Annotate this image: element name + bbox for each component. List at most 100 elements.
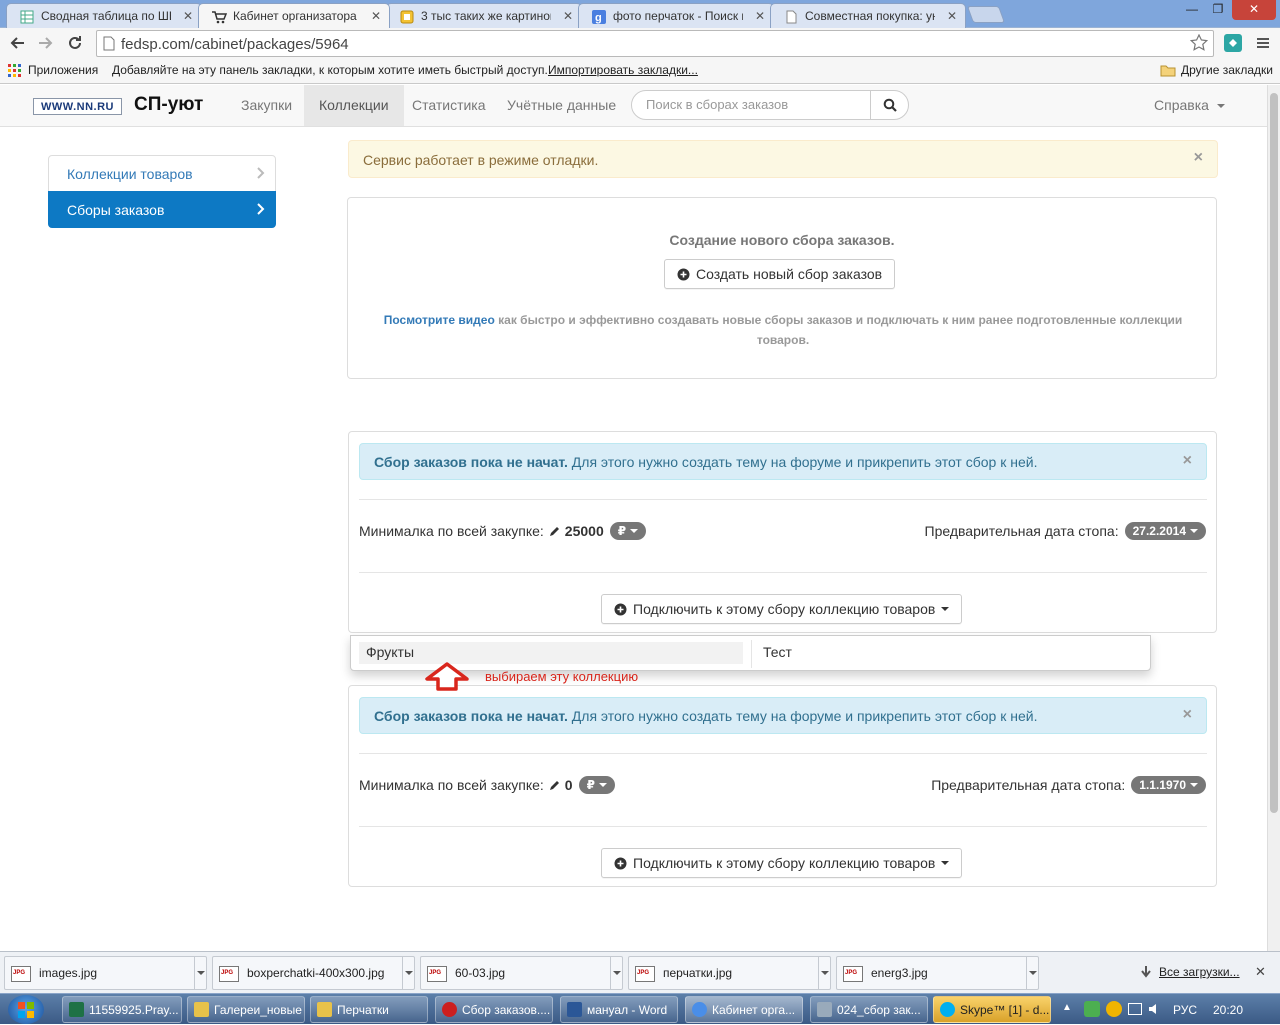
caret-down-icon[interactable] [194,957,206,989]
nav-purchases[interactable]: Закупки [226,85,307,126]
create-package-button[interactable]: Создать новый сбор заказов [664,259,896,289]
download-item[interactable]: перчатки.jpg [628,956,831,990]
button-label: Подключить к этому сбору коллекцию товар… [633,601,936,617]
currency-dropdown[interactable]: ₽ [609,522,647,540]
taskbar-label: 024_сбор зак... [837,1003,921,1017]
sidebar-item-collections[interactable]: Коллекции товаров [48,155,276,192]
close-tab-icon[interactable]: ✕ [563,9,573,23]
menu-icon[interactable] [1253,34,1273,52]
help-dropdown[interactable]: Справка [1154,85,1225,126]
caret-down-icon [1190,783,1198,787]
language-indicator[interactable]: РУС [1173,1003,1197,1017]
caret-down-icon[interactable] [402,957,414,989]
search-button[interactable] [870,90,909,120]
download-item[interactable]: 60-03.jpg [420,956,623,990]
taskbar-item-word[interactable]: мануал - Word [560,996,678,1023]
download-filename: перчатки.jpg [663,966,733,980]
close-tab-icon[interactable]: ✕ [947,9,957,23]
bookmark-star-icon[interactable] [1190,34,1208,52]
collection-option-fruits[interactable]: Фрукты [359,642,743,664]
browser-tab-3[interactable]: 3 тыс таких же картинок ✕ [386,3,582,28]
download-item[interactable]: images.jpg [4,956,207,990]
connect-collection-button[interactable]: Подключить к этому сбору коллекцию товар… [601,594,963,624]
nav-statistics[interactable]: Статистика [397,85,501,126]
nav-account[interactable]: Учётные данные [492,85,631,126]
nav-collections[interactable]: Коллекции [304,85,404,126]
sidebar-item-orders[interactable]: Сборы заказов [48,191,276,228]
stop-date-row: Предварительная дата стопа: 27.2.2014 [925,522,1206,540]
download-arrow-icon [1140,965,1152,979]
utorrent-icon[interactable] [1084,1001,1100,1017]
other-bookmarks[interactable]: Другие закладки [1181,63,1273,77]
close-tab-icon[interactable]: ✕ [755,9,765,23]
extension-icon[interactable] [1222,32,1244,54]
skype-icon [940,1002,955,1017]
collection-option-test[interactable]: Тест [763,644,792,660]
min-amount-value[interactable]: 25000 [565,523,604,539]
scrollbar-thumb[interactable] [1270,93,1278,813]
clock[interactable]: 20:20 [1213,1003,1243,1017]
close-icon[interactable]: × [1183,706,1192,724]
browser-tab-5[interactable]: Совместная покупка: ую ✕ [770,3,966,28]
sidebar: Коллекции товаров Сборы заказов [48,155,276,228]
taskbar-item-folder[interactable]: Перчатки [310,996,428,1023]
chrome-icon [692,1002,707,1017]
close-icon[interactable]: × [1183,452,1192,470]
currency-dropdown[interactable]: ₽ [578,776,615,794]
close-window-icon[interactable]: ✕ [1232,0,1276,20]
min-amount-value[interactable]: 0 [565,777,573,793]
maximize-icon[interactable]: ❐ [1206,0,1230,20]
close-tab-icon[interactable]: ✕ [371,9,381,23]
volume-icon[interactable] [1148,1002,1162,1016]
stop-date-dropdown[interactable]: 1.1.1970 [1131,776,1206,794]
search-input[interactable]: Поиск в сборах заказов [631,90,871,120]
browser-tab-1[interactable]: Сводная таблица по ШБ ✕ [6,3,202,28]
taskbar-item-excel[interactable]: 11559925.Pray... [62,996,182,1023]
apps-icon[interactable] [8,64,22,78]
browser-tab-2[interactable]: Кабинет организатора ✕ [198,3,390,28]
pencil-icon[interactable] [548,525,561,538]
taskbar-item-chrome[interactable]: Кабинет орга... [685,996,803,1023]
stop-date-dropdown[interactable]: 27.2.2014 [1124,522,1206,540]
pencil-icon[interactable] [548,779,561,792]
taskbar-label: 11559925.Pray... [89,1003,179,1017]
taskbar-item-opera[interactable]: Сбор заказов.... [435,996,553,1023]
address-bar[interactable]: fedsp.com/cabinet/packages/5964 [96,30,1214,57]
caret-down-icon[interactable] [818,957,830,989]
reload-icon[interactable] [65,34,85,52]
tray-expand-icon[interactable]: ▲ [1062,1002,1072,1013]
all-downloads-link[interactable]: Все загрузки... [1159,965,1240,979]
caret-down-icon [941,861,950,865]
forward-icon[interactable] [36,34,56,52]
taskbar-item-paint[interactable]: 024_сбор зак... [810,996,928,1023]
back-icon[interactable] [7,34,27,52]
network-icon[interactable] [1128,1003,1142,1015]
taskbar-label: Кабинет орга... [712,1003,796,1017]
new-tab-button[interactable] [966,6,1006,23]
caret-down-icon[interactable] [610,957,622,989]
close-icon[interactable]: ✕ [1255,964,1266,980]
annotation-text: выбираем эту коллекцию [485,669,639,684]
min-amount-row: Минималка по всей закупке: 0 ₽ [359,776,615,794]
page-scrollbar[interactable] [1267,85,1280,951]
start-button[interactable] [8,995,44,1024]
minimize-icon[interactable]: — [1180,0,1204,20]
close-icon[interactable]: × [1194,149,1203,167]
connect-collection-button[interactable]: Подключить к этому сбору коллекцию товар… [601,848,963,878]
apps-link[interactable]: Приложения [28,63,98,77]
watch-video-link[interactable]: Посмотрите видео [384,313,495,327]
collection-dropdown-menu: Фрукты Тест [350,635,1151,671]
download-item[interactable]: boxperchatki-400x300.jpg [212,956,415,990]
browser-tab-4[interactable]: g фото перчаток - Поиск в ✕ [578,3,774,28]
alert-text: Для этого нужно создать тему на форуме и… [571,454,1038,470]
update-icon[interactable] [1106,1001,1122,1017]
url-text[interactable]: fedsp.com/cabinet/packages/5964 [121,36,349,53]
site-brand[interactable]: СП-уют [134,94,203,116]
import-bookmarks-link[interactable]: Импортировать закладки... [548,63,698,77]
download-item[interactable]: energ3.jpg [836,956,1039,990]
nn-ru-logo[interactable]: WWW.NN.RU [33,98,122,115]
caret-down-icon[interactable] [1026,957,1038,989]
close-tab-icon[interactable]: ✕ [183,9,193,23]
taskbar-item-skype[interactable]: Skype™ [1] - d... [933,996,1051,1023]
taskbar-item-folder[interactable]: Галереи_новые [187,996,305,1023]
